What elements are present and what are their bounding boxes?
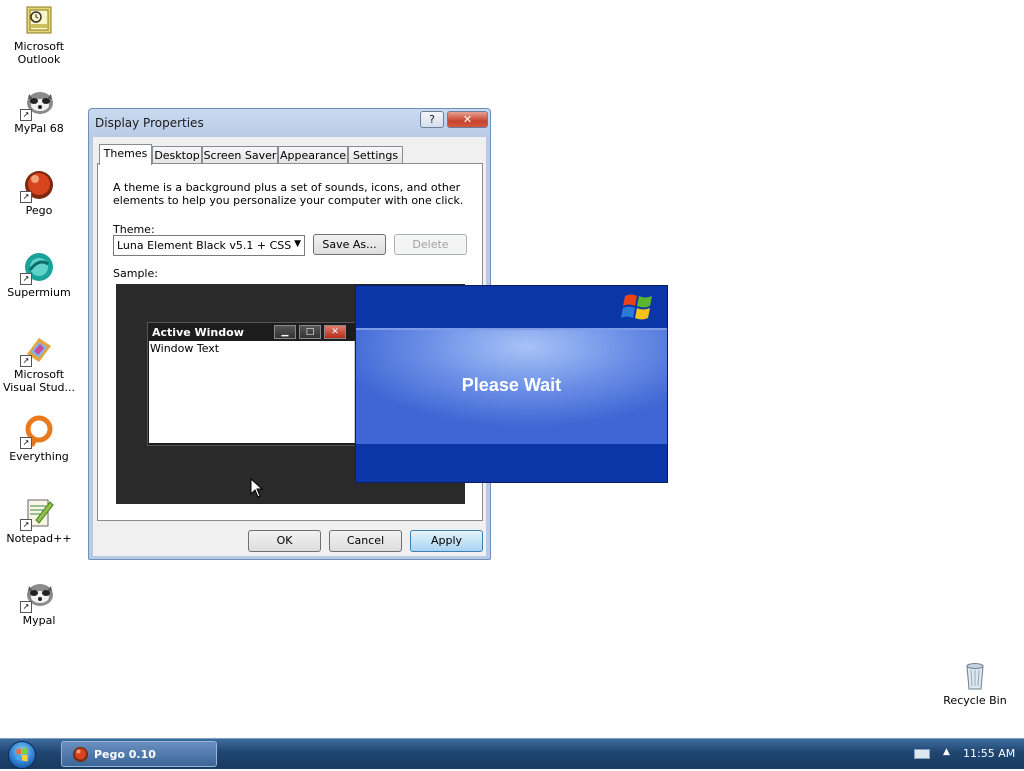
taskbar: Pego 0.10 ▲ 11:55 AM: [0, 738, 1024, 769]
tab-desktop[interactable]: Desktop: [152, 146, 202, 164]
desktop-icon-mypal[interactable]: ↗ Mypal: [1, 578, 77, 627]
delete-button[interactable]: Delete: [394, 234, 467, 255]
recycle-bin-icon: [958, 658, 992, 692]
desktop-icon-label: Microsoft Outlook: [13, 40, 65, 66]
sample-window-text: Window Text: [150, 342, 220, 355]
pego-icon: ↗: [20, 168, 56, 203]
save-as-button[interactable]: Save As...: [313, 234, 386, 255]
desktop-icon-label: Everything: [9, 450, 69, 463]
desktop-icon-label: Supermium: [7, 286, 71, 299]
show-hidden-icons-icon[interactable]: ▲: [943, 747, 950, 757]
desktop-icon-label: Microsoft Visual Stud...: [2, 368, 76, 394]
everything-icon: ↗: [20, 414, 56, 449]
mypal-icon: ↗: [20, 86, 56, 121]
help-button[interactable]: ?: [420, 111, 444, 128]
please-wait-message: Please Wait: [461, 375, 562, 395]
taskbar-item-pego[interactable]: Pego 0.10: [61, 741, 217, 767]
windows-logo-icon: [16, 747, 28, 762]
please-wait-splash: Please Wait: [355, 285, 668, 483]
mouse-cursor-icon: [250, 478, 264, 498]
tab-screen-saver[interactable]: Screen Saver: [202, 146, 278, 164]
cancel-button[interactable]: Cancel: [329, 530, 402, 552]
outlook-icon: [22, 4, 56, 38]
desktop-icon-label: Recycle Bin: [943, 694, 1007, 707]
sample-window-client: Window Text ▲ ▼: [149, 341, 369, 443]
pego-icon: [73, 747, 88, 762]
tab-settings[interactable]: Settings: [348, 146, 403, 164]
visual-studio-icon: ↗: [20, 332, 56, 367]
splash-top-band: [356, 286, 667, 328]
desktop-icon-outlook[interactable]: Microsoft Outlook: [1, 4, 77, 66]
theme-dropdown[interactable]: Luna Element Black v5.1 + CSS ▼: [113, 235, 305, 256]
notepadpp-icon: ↗: [20, 496, 56, 531]
desktop-icon-label: Pego: [25, 204, 53, 217]
dialog-titlebar[interactable]: Display Properties ? ✕: [89, 109, 490, 137]
start-button[interactable]: [8, 741, 36, 769]
taskbar-clock[interactable]: 11:55 AM: [963, 747, 1015, 760]
keyboard-icon[interactable]: [914, 749, 930, 759]
desktop-icon-everything[interactable]: ↗ Everything: [1, 414, 77, 463]
chevron-down-icon: ▼: [294, 239, 301, 249]
close-icon: ✕: [324, 325, 346, 339]
apply-button[interactable]: Apply: [410, 530, 483, 552]
desktop-icon-mypal-68[interactable]: ↗ MyPal 68: [1, 86, 77, 135]
desktop-icon-label: MyPal 68: [14, 122, 64, 135]
tab-themes[interactable]: Themes: [99, 144, 152, 165]
sample-label: Sample:: [113, 267, 158, 280]
desktop-icon-pego[interactable]: ↗ Pego: [1, 168, 77, 217]
tab-appearance[interactable]: Appearance: [278, 146, 348, 164]
desktop-icon-supermium[interactable]: ↗ Supermium: [1, 250, 77, 299]
desktop-icon-recycle-bin[interactable]: Recycle Bin: [937, 658, 1013, 707]
mypal-icon: ↗: [20, 578, 56, 613]
desktop-icon-label: Notepad++: [6, 532, 72, 545]
dialog-title: Display Properties: [95, 116, 204, 130]
desktop-icon-visual-studio[interactable]: ↗ Microsoft Visual Stud...: [1, 332, 77, 394]
desktop-icon-label: Mypal: [22, 614, 56, 627]
splash-bottom-band: [356, 442, 667, 482]
minimize-icon: ▁: [274, 325, 296, 339]
sample-active-window: Active Window ▁ □ ✕ Window Text ▲ ▼: [147, 322, 371, 446]
ok-button[interactable]: OK: [248, 530, 321, 552]
close-button[interactable]: ✕: [447, 111, 488, 128]
themes-description: A theme is a background plus a set of so…: [113, 181, 464, 207]
supermium-icon: ↗: [20, 250, 56, 285]
taskbar-item-label: Pego 0.10: [94, 748, 156, 761]
sample-window-title: Active Window: [152, 326, 244, 339]
theme-dropdown-value: Luna Element Black v5.1 + CSS: [117, 239, 292, 252]
maximize-icon: □: [299, 325, 321, 339]
desktop-icon-notepadpp[interactable]: ↗ Notepad++: [1, 496, 77, 545]
windows-logo-icon: [621, 294, 652, 320]
